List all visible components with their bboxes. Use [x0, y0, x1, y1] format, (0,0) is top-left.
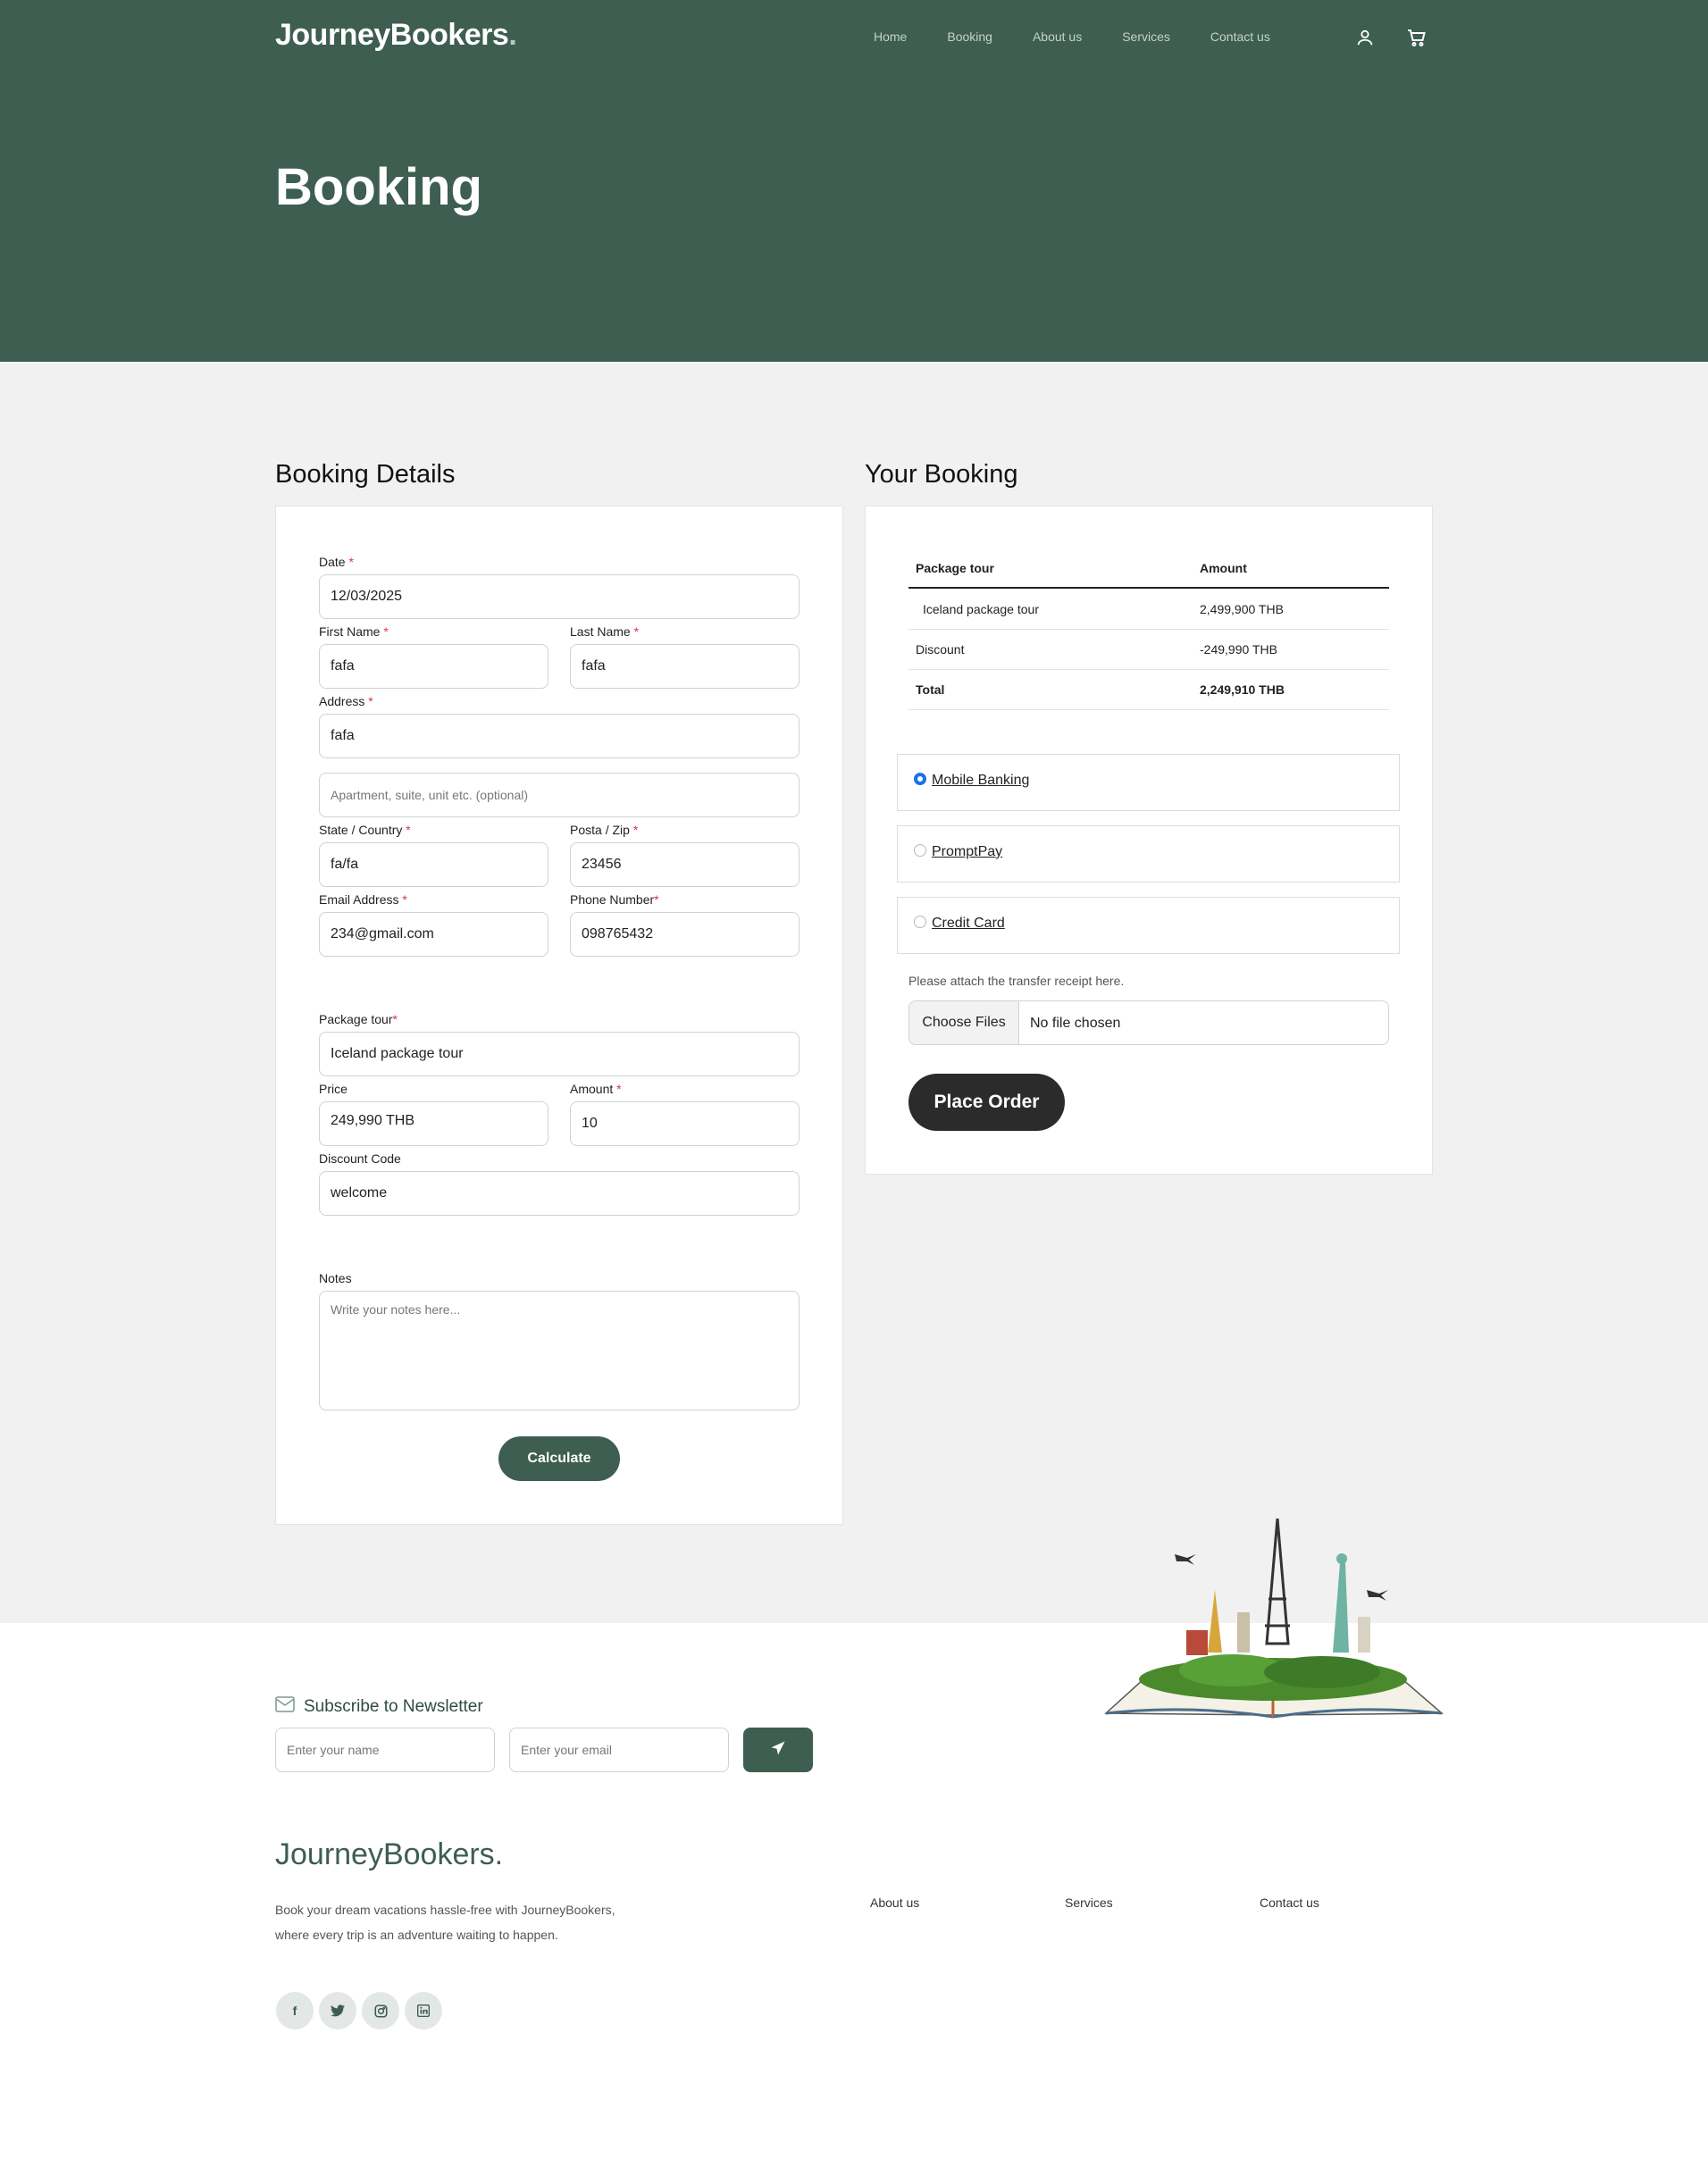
- phone-input[interactable]: 098765432: [570, 912, 800, 957]
- notes-label: Notes: [319, 1271, 352, 1285]
- newsletter-title: Subscribe to Newsletter: [304, 1697, 483, 1716]
- first-name-input[interactable]: fafa: [319, 644, 548, 689]
- attach-hint: Please attach the transfer receipt here.: [908, 974, 1125, 988]
- footer-description: Book your dream vacations hassle-free wi…: [275, 1903, 615, 1942]
- table-cell-item: Discount: [916, 642, 965, 657]
- nav-contact-us[interactable]: Contact us: [1210, 29, 1270, 44]
- amount-label: Amount *: [570, 1082, 622, 1096]
- radio-mobile-banking[interactable]: [914, 773, 926, 785]
- file-upload[interactable]: Choose Files No file chosen: [908, 1000, 1389, 1045]
- phone-label: Phone Number*: [570, 892, 659, 907]
- price-label: Price: [319, 1082, 347, 1096]
- last-name-input[interactable]: fafa: [570, 644, 800, 689]
- main-nav: Home Booking About us Services Contact u…: [874, 29, 1310, 44]
- date-label: Date *: [319, 555, 354, 569]
- table-row: Discount -249,990 THB: [908, 630, 1389, 670]
- table-cell-amount: 2,499,900 THB: [1200, 602, 1284, 616]
- newsletter-name-input[interactable]: Enter your name: [275, 1728, 495, 1772]
- twitter-icon[interactable]: [319, 1992, 356, 2029]
- amount-input[interactable]: 10: [570, 1101, 800, 1146]
- discount-code-input[interactable]: welcome: [319, 1171, 800, 1216]
- nav-services[interactable]: Services: [1122, 29, 1170, 44]
- email-input[interactable]: 234@gmail.com: [319, 912, 548, 957]
- first-name-label: First Name *: [319, 624, 389, 639]
- address-label: Address *: [319, 694, 373, 708]
- calculate-button[interactable]: Calculate: [498, 1436, 620, 1481]
- date-input[interactable]: 12/03/2025: [319, 574, 800, 619]
- discount-code-label: Discount Code: [319, 1151, 401, 1166]
- package-tour-select[interactable]: Iceland package tour: [319, 1032, 800, 1076]
- radio-credit-card[interactable]: [914, 916, 926, 928]
- table-cell-item: Total: [916, 682, 945, 697]
- newsletter-email-input[interactable]: Enter your email: [509, 1728, 729, 1772]
- instagram-icon[interactable]: [362, 1992, 399, 2029]
- footer-link-about-us[interactable]: About us: [870, 1895, 919, 1910]
- table-cell-amount: -249,990 THB: [1200, 642, 1277, 657]
- package-tour-label: Package tour*: [319, 1012, 398, 1026]
- last-name-label: Last Name *: [570, 624, 640, 639]
- travel-book-illustration: [1104, 1519, 1444, 1719]
- choose-files-button[interactable]: Choose Files: [909, 1001, 1019, 1044]
- payment-option-credit-card[interactable]: Credit Card: [897, 897, 1400, 954]
- place-order-button[interactable]: Place Order: [908, 1074, 1065, 1131]
- mail-icon: [275, 1696, 295, 1718]
- linkedin-icon[interactable]: [405, 1992, 442, 2029]
- state-country-label: State / Country *: [319, 823, 411, 837]
- user-icon[interactable]: [1352, 25, 1377, 50]
- price-field: 249,990 THB: [319, 1101, 548, 1146]
- nav-home[interactable]: Home: [874, 29, 907, 44]
- booking-table-header: Package tour Amount: [908, 548, 1389, 589]
- booking-details-heading: Booking Details: [275, 460, 456, 489]
- nav-about-us[interactable]: About us: [1033, 29, 1082, 44]
- table-header-package: Package tour: [916, 561, 994, 575]
- notes-textarea[interactable]: Write your notes here...: [319, 1291, 800, 1410]
- payment-option-promptpay[interactable]: PromptPay: [897, 825, 1400, 883]
- newsletter-heading: Subscribe to Newsletter: [275, 1696, 483, 1718]
- address-input[interactable]: fafa: [319, 714, 800, 758]
- header-icons: [1352, 25, 1429, 50]
- hero-banner: JourneyBookers. Home Booking About us Se…: [0, 0, 1708, 362]
- nav-booking[interactable]: Booking: [947, 29, 992, 44]
- payment-option-mobile-banking[interactable]: Mobile Banking: [897, 754, 1400, 811]
- email-label: Email Address *: [319, 892, 407, 907]
- address-line2-input[interactable]: Apartment, suite, unit etc. (optional): [319, 773, 800, 817]
- page-title: Booking: [275, 158, 482, 216]
- zip-input[interactable]: 23456: [570, 842, 800, 887]
- cart-icon[interactable]: [1404, 25, 1429, 50]
- table-row-total: Total 2,249,910 THB: [908, 670, 1389, 710]
- footer-logo[interactable]: JourneyBookers.: [275, 1837, 503, 1872]
- table-row: Iceland package tour 2,499,900 THB: [908, 590, 1389, 630]
- file-status: No file chosen: [1030, 1016, 1121, 1031]
- site-logo[interactable]: JourneyBookers.: [275, 18, 517, 53]
- footer-link-services[interactable]: Services: [1065, 1895, 1113, 1910]
- zip-label: Posta / Zip *: [570, 823, 639, 837]
- payment-option-label: Mobile Banking: [932, 773, 1030, 788]
- payment-option-label: PromptPay: [932, 844, 1003, 859]
- radio-promptpay[interactable]: [914, 844, 926, 857]
- main-content: [0, 362, 1708, 1623]
- send-icon: [770, 1740, 786, 1761]
- table-header-amount: Amount: [1200, 561, 1247, 575]
- your-booking-heading: Your Booking: [865, 460, 1018, 489]
- table-cell-amount: 2,249,910 THB: [1200, 682, 1285, 697]
- footer-link-contact-us[interactable]: Contact us: [1260, 1895, 1319, 1910]
- payment-option-label: Credit Card: [932, 916, 1005, 931]
- facebook-icon[interactable]: f: [276, 1992, 314, 2029]
- table-cell-item: Iceland package tour: [923, 602, 1039, 616]
- newsletter-submit-button[interactable]: [743, 1728, 813, 1772]
- state-country-input[interactable]: fa/fa: [319, 842, 548, 887]
